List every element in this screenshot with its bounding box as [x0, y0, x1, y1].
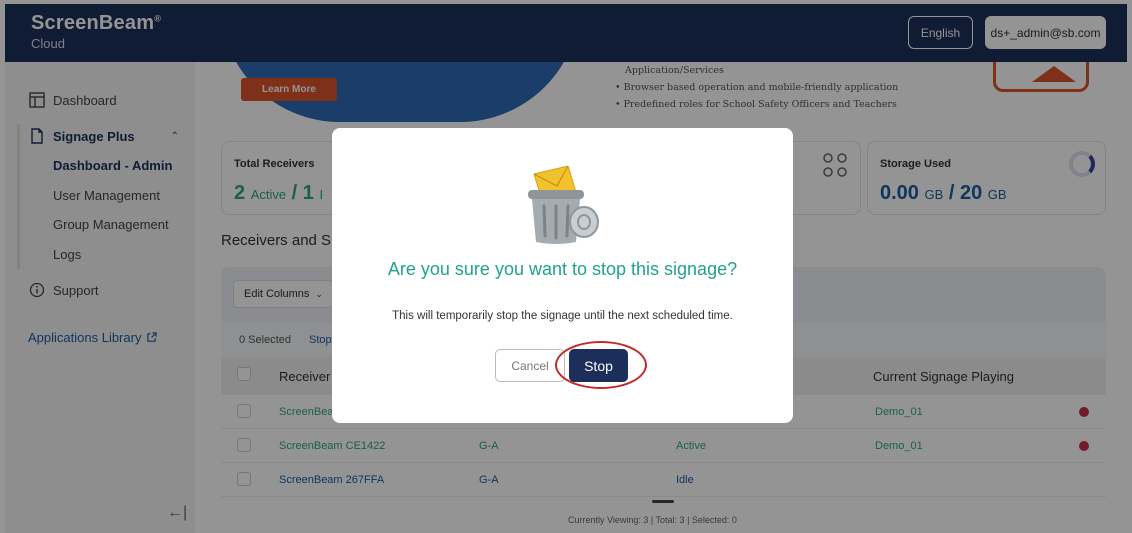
- stop-signage-dialog: Are you sure you want to stop this signa…: [332, 128, 793, 423]
- dialog-message: This will temporarily stop the signage u…: [392, 310, 733, 322]
- stop-button[interactable]: Stop: [569, 349, 628, 382]
- trash-can-icon: [528, 166, 599, 244]
- dialog-title: Are you sure you want to stop this signa…: [387, 259, 738, 279]
